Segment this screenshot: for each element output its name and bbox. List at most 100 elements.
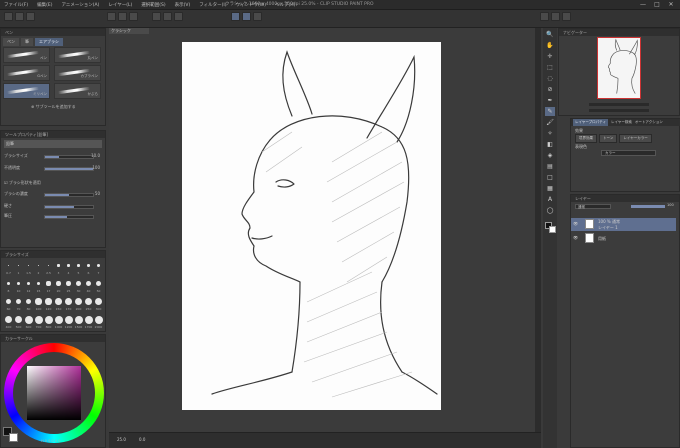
add-subtool-button[interactable]: ⊕ サブツールを追加する bbox=[31, 104, 76, 110]
brush-size-cell[interactable]: 5 bbox=[74, 261, 83, 277]
brush-size-cell[interactable]: 120 bbox=[44, 297, 53, 313]
pen-tool-icon[interactable]: ✒ bbox=[545, 96, 555, 105]
lasso-tool-icon[interactable]: ◌ bbox=[545, 74, 555, 83]
layer-opacity-slider[interactable] bbox=[631, 205, 665, 208]
tab-auto-action[interactable]: オートアクション bbox=[635, 119, 663, 126]
brush-size-cell[interactable]: 400 bbox=[4, 315, 13, 331]
brush-cell-6[interactable]: かぶら bbox=[54, 83, 101, 99]
brush-size-cell[interactable]: 30 bbox=[74, 279, 83, 295]
brush-size-cell[interactable]: 1700 bbox=[84, 315, 93, 331]
vertical-scrollbar[interactable] bbox=[535, 28, 541, 432]
subtool-tab-3[interactable]: エアブラシ bbox=[35, 38, 63, 46]
brush-size-cell[interactable]: 4 bbox=[64, 261, 73, 277]
close-button[interactable]: ✕ bbox=[664, 0, 678, 10]
brush-size-cell[interactable]: 100 bbox=[34, 297, 43, 313]
brush-cell-3[interactable]: Gペン bbox=[3, 65, 50, 81]
navigator-zoom-slider[interactable] bbox=[589, 103, 649, 106]
brush-size-cell[interactable]: 80 bbox=[24, 297, 33, 313]
brush-size-cell[interactable]: 7 bbox=[94, 261, 103, 277]
brush-size-cell[interactable]: 250 bbox=[84, 297, 93, 313]
brush-size-cell[interactable]: 10 bbox=[14, 279, 23, 295]
menu-filter[interactable]: フィルター(I) bbox=[199, 2, 226, 8]
invert-selection-icon[interactable] bbox=[174, 12, 183, 21]
color-mode-select[interactable]: カラー bbox=[601, 150, 656, 156]
brush-size-cell[interactable]: 40 bbox=[84, 279, 93, 295]
subtool-tab-1[interactable]: ペン bbox=[3, 38, 19, 46]
sub-color-swatch[interactable] bbox=[9, 433, 18, 442]
undo-icon[interactable] bbox=[107, 12, 116, 21]
brush-size-cell[interactable]: 600 bbox=[24, 315, 33, 331]
brush-tool-icon[interactable]: 🖌 bbox=[545, 118, 555, 127]
layer-color-button[interactable]: レイヤーカラー bbox=[619, 134, 652, 143]
navigator-rotate-slider[interactable] bbox=[589, 109, 649, 112]
brush-size-cell[interactable]: 200 bbox=[74, 297, 83, 313]
brush-size-cell[interactable]: 0.7 bbox=[4, 261, 13, 277]
settings-icon[interactable] bbox=[540, 12, 549, 21]
tab-layer-search[interactable]: レイヤー検索 bbox=[611, 119, 632, 126]
text-tool-icon[interactable]: A bbox=[545, 195, 555, 204]
brush-size-cell[interactable]: 500 bbox=[14, 315, 23, 331]
brush-size-cell[interactable]: 15 bbox=[34, 279, 43, 295]
companion-icon[interactable] bbox=[562, 12, 571, 21]
navigator-preview[interactable] bbox=[597, 37, 641, 99]
brush-size-cell[interactable]: 1 bbox=[14, 261, 23, 277]
new-file-icon[interactable] bbox=[4, 12, 13, 21]
menu-edit[interactable]: 編集(E) bbox=[37, 2, 52, 8]
snap-special-ruler-icon[interactable] bbox=[242, 12, 251, 21]
brush-size-cell[interactable]: 800 bbox=[44, 315, 53, 331]
brush-cell-5[interactable]: ミリペン bbox=[3, 83, 50, 99]
brush-size-cell[interactable]: 300 bbox=[94, 297, 103, 313]
brush-size-cell[interactable]: 17 bbox=[44, 279, 53, 295]
deselect-icon[interactable] bbox=[163, 12, 172, 21]
brush-size-cell[interactable]: 1200 bbox=[64, 315, 73, 331]
tone-button[interactable]: トーン bbox=[599, 134, 618, 143]
brush-size-cell[interactable]: 2 bbox=[34, 261, 43, 277]
brush-size-cell[interactable]: 700 bbox=[34, 315, 43, 331]
brush-size-cell[interactable]: 1500 bbox=[74, 315, 83, 331]
open-file-icon[interactable] bbox=[15, 12, 24, 21]
prop-row-hardness[interactable]: 硬さ bbox=[4, 203, 100, 211]
brush-size-cell[interactable]: 60 bbox=[4, 297, 13, 313]
menu-animation[interactable]: アニメーション(A) bbox=[61, 2, 99, 8]
saturation-value-square[interactable] bbox=[27, 366, 81, 420]
hue-ring[interactable] bbox=[4, 343, 104, 443]
zoom-tool-icon[interactable]: 🔍 bbox=[545, 30, 555, 39]
brush-size-cell[interactable]: 25 bbox=[64, 279, 73, 295]
tool-sub-color[interactable] bbox=[549, 226, 556, 233]
brush-cell-2[interactable]: 丸ペン bbox=[54, 47, 101, 63]
brush-size-cell[interactable]: 6 bbox=[84, 261, 93, 277]
airbrush-tool-icon[interactable]: ✧ bbox=[545, 129, 555, 138]
menu-layer[interactable]: レイヤー(L) bbox=[108, 2, 132, 8]
subtool-tab-2[interactable]: 筆 bbox=[21, 38, 33, 46]
brush-size-cell[interactable]: 170 bbox=[64, 297, 73, 313]
balloon-tool-icon[interactable]: ◯ bbox=[545, 206, 555, 215]
menu-file[interactable]: ファイル(F) bbox=[4, 2, 28, 8]
workspace-icon[interactable] bbox=[551, 12, 560, 21]
brush-size-cell[interactable]: 1000 bbox=[54, 315, 63, 331]
brush-size-cell[interactable]: 12 bbox=[24, 279, 33, 295]
select-tool-icon[interactable]: ⬚ bbox=[545, 63, 555, 72]
brush-size-cell[interactable]: 2000 bbox=[94, 315, 103, 331]
brush-size-cell[interactable]: 50 bbox=[94, 279, 103, 295]
maximize-button[interactable]: □ bbox=[650, 0, 664, 10]
layer-row-2[interactable]: 👁 用紙 bbox=[571, 232, 676, 245]
drawing-canvas[interactable] bbox=[182, 42, 441, 410]
minimize-button[interactable]: — bbox=[636, 0, 650, 10]
brush-size-cell[interactable]: 70 bbox=[14, 297, 23, 313]
brush-cell-4[interactable]: カブラペン bbox=[54, 65, 101, 81]
redo-icon[interactable] bbox=[118, 12, 127, 21]
prop-row-opacity[interactable]: 不透明度 100 bbox=[4, 165, 100, 173]
brush-size-cell[interactable]: 2.5 bbox=[44, 261, 53, 277]
menu-selection[interactable]: 選択範囲(S) bbox=[141, 2, 165, 8]
eyedropper-icon[interactable]: ⊘ bbox=[545, 85, 555, 94]
canvas-tab[interactable]: クラシック bbox=[109, 28, 149, 34]
subtool-tab-pen[interactable]: ペン bbox=[5, 30, 13, 35]
transform-icon[interactable] bbox=[152, 12, 161, 21]
blend-mode-select[interactable]: 通常 bbox=[575, 204, 611, 209]
prop-row-size[interactable]: ブラシサイズ 10.0 bbox=[4, 153, 100, 161]
hand-tool-icon[interactable]: ✋ bbox=[545, 41, 555, 50]
brush-size-cell[interactable]: 8 bbox=[4, 279, 13, 295]
eye-icon[interactable]: 👁 bbox=[573, 221, 578, 226]
menu-view[interactable]: 表示(V) bbox=[175, 2, 191, 8]
fill-tool-icon[interactable]: ◈ bbox=[545, 151, 555, 160]
